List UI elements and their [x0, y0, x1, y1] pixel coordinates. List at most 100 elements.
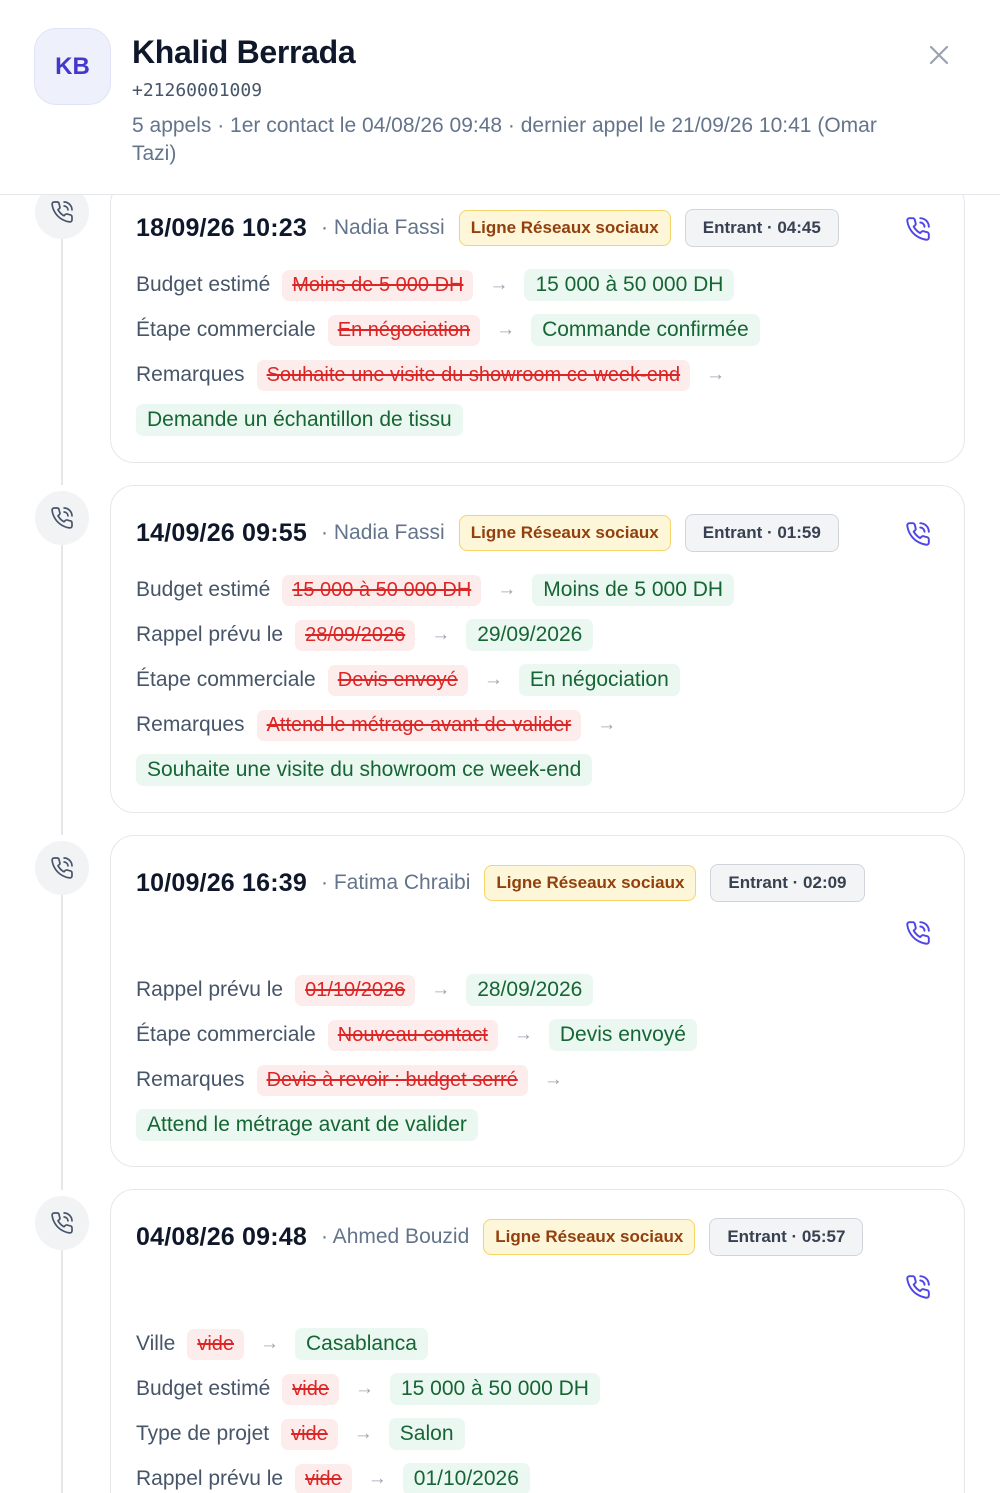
old-value: Devis envoyé	[327, 664, 468, 696]
phone-call-icon	[51, 201, 73, 223]
contact-name: Khalid Berrada	[132, 34, 356, 70]
old-value: 15 000 à 50 000 DH	[282, 574, 482, 606]
field-label: Ville	[136, 1332, 176, 1355]
direction-badge: Entrant · 01:59	[684, 514, 839, 552]
timeline-line	[61, 895, 63, 1190]
arrow-right-icon: →	[483, 669, 503, 690]
direction-badge: Entrant · 04:45	[684, 209, 839, 247]
change-row: Rappel prévu le 01/10/2026 → 28/09/2026	[136, 973, 594, 1007]
phone-call-icon	[906, 1275, 930, 1299]
contact-summary: 5 appels · 1er contact le 04/08/26 09:48…	[132, 114, 877, 165]
new-value: 15 000 à 50 000 DH	[524, 269, 735, 301]
old-value: vide	[282, 1373, 339, 1405]
change-row: Remarques Souhaite une visite du showroo…	[136, 358, 741, 392]
arrow-right-icon: →	[367, 1468, 387, 1489]
contact-phone: +21260001009	[132, 80, 263, 101]
phone-call-icon	[51, 1212, 73, 1234]
call-card: 10/09/26 16:39 · Fatima Chraibi Ligne Ré…	[110, 835, 965, 1167]
arrow-right-icon: →	[706, 364, 726, 385]
timeline-line	[61, 545, 63, 835]
new-value: Commande confirmée	[531, 314, 760, 346]
arrow-right-icon: →	[431, 979, 451, 1000]
field-label: Remarques	[136, 363, 245, 386]
old-value: En négociation	[327, 314, 481, 346]
call-button[interactable]	[903, 1272, 933, 1302]
old-value: vide	[295, 1463, 352, 1493]
call-agent: · Fatima Chraibi	[321, 871, 471, 894]
line-badge: Ligne Réseaux sociaux	[484, 865, 697, 901]
phone-call-icon	[906, 522, 930, 546]
timeline-call-marker	[35, 841, 89, 895]
new-value: En négociation	[518, 664, 680, 696]
field-label: Étape commerciale	[136, 318, 316, 341]
new-value: Casablanca	[295, 1328, 428, 1360]
call-button[interactable]	[903, 918, 933, 948]
close-button[interactable]	[920, 36, 958, 74]
new-value: Attend le métrage avant de valider	[136, 1109, 478, 1141]
call-date: 14/09/26 09:55	[136, 518, 308, 547]
arrow-right-icon: →	[597, 714, 617, 735]
field-label: Type de projet	[136, 1422, 270, 1445]
change-row: Étape commerciale Nouveau contact → Devi…	[136, 1018, 697, 1052]
old-value: vide	[187, 1328, 245, 1360]
new-value: 28/09/2026	[466, 974, 594, 1006]
contact-header: KB Khalid Berrada +21260001009 5 appels …	[0, 0, 1000, 195]
new-value: Demande un échantillon de tissu	[136, 404, 463, 436]
old-value: 01/10/2026	[295, 974, 416, 1006]
call-date: 18/09/26 10:23	[136, 213, 308, 242]
old-value: 28/09/2026	[295, 619, 416, 651]
call-agent: · Nadia Fassi	[321, 216, 445, 239]
change-row: Remarques Attend le métrage avant de val…	[136, 708, 632, 742]
arrow-right-icon: →	[353, 1423, 373, 1444]
change-row: Étape commerciale Devis envoyé → En négo…	[136, 663, 680, 697]
field-label: Budget estimé	[136, 273, 271, 296]
call-button[interactable]	[903, 214, 933, 244]
old-value: Nouveau contact	[327, 1019, 498, 1051]
field-label: Budget estimé	[136, 578, 271, 601]
arrow-right-icon: →	[513, 1024, 533, 1045]
old-value: Moins de 5 000 DH	[282, 269, 474, 301]
old-value: Souhaite une visite du showroom ce week-…	[256, 359, 691, 391]
call-card: 14/09/26 09:55 · Nadia Fassi Ligne Résea…	[110, 485, 965, 813]
line-badge: Ligne Réseaux sociaux	[458, 210, 671, 246]
old-value: vide	[281, 1418, 338, 1450]
arrow-right-icon: →	[431, 624, 451, 645]
arrow-right-icon: →	[543, 1069, 563, 1090]
change-row: Budget estimé Moins de 5 000 DH → 15 000…	[136, 268, 735, 302]
field-label: Rappel prévu le	[136, 978, 284, 1001]
phone-call-icon	[51, 857, 73, 879]
call-agent: · Ahmed Bouzid	[321, 1225, 470, 1248]
field-label: Remarques	[136, 713, 245, 736]
call-date: 04/08/26 09:48	[136, 1222, 308, 1251]
close-icon	[929, 45, 949, 65]
arrow-right-icon: →	[354, 1378, 374, 1399]
arrow-right-icon: →	[496, 319, 516, 340]
change-row-continued: Demande un échantillon de tissu	[136, 403, 463, 437]
new-value: Devis envoyé	[548, 1019, 697, 1051]
arrow-right-icon: →	[489, 274, 509, 295]
change-row: Ville vide → Casablanca	[136, 1327, 428, 1361]
call-card: 04/08/26 09:48 · Ahmed Bouzid Ligne Rése…	[110, 1189, 965, 1493]
phone-call-icon	[51, 507, 73, 529]
old-value: Attend le métrage avant de valider	[256, 709, 582, 741]
change-row: Étape commerciale En négociation → Comma…	[136, 313, 760, 347]
new-value: 15 000 à 50 000 DH	[389, 1373, 600, 1405]
change-row-continued: Souhaite une visite du showroom ce week-…	[136, 753, 593, 787]
new-value: 29/09/2026	[466, 619, 594, 651]
avatar: KB	[34, 28, 111, 105]
direction-badge: Entrant · 05:57	[709, 1218, 864, 1256]
change-row-continued: Attend le métrage avant de valider	[136, 1108, 478, 1142]
change-row: Budget estimé 15 000 à 50 000 DH → Moins…	[136, 573, 735, 607]
field-label: Remarques	[136, 1068, 245, 1091]
line-badge: Ligne Réseaux sociaux	[483, 1219, 696, 1255]
new-value: Salon	[388, 1418, 465, 1450]
field-label: Rappel prévu le	[136, 1467, 284, 1490]
timeline-call-marker	[35, 491, 89, 545]
field-label: Rappel prévu le	[136, 623, 284, 646]
new-value: Souhaite une visite du showroom ce week-…	[136, 754, 593, 786]
change-row: Budget estimé vide → 15 000 à 50 000 DH	[136, 1372, 600, 1406]
field-label: Étape commerciale	[136, 1023, 316, 1046]
call-button[interactable]	[903, 519, 933, 549]
change-row: Type de projet vide → Salon	[136, 1417, 465, 1451]
change-row: Rappel prévu le vide → 01/10/2026	[136, 1462, 530, 1493]
